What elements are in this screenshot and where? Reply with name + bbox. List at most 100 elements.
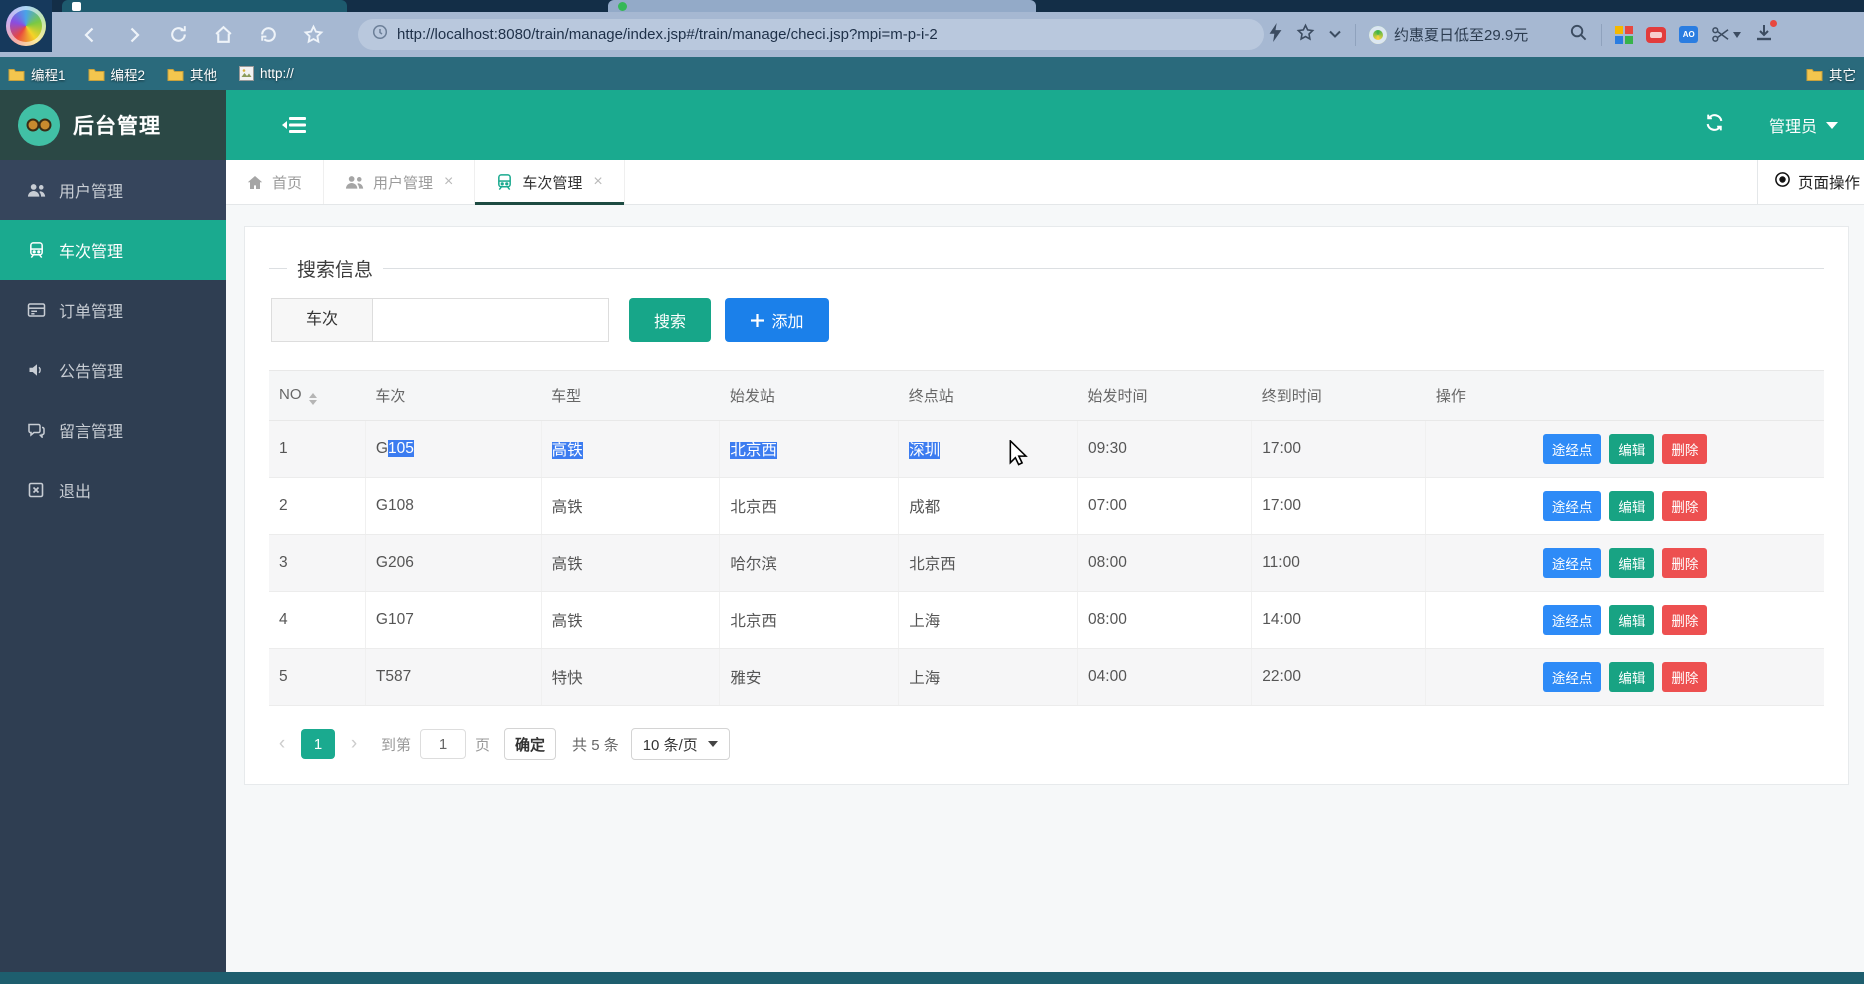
tab-home[interactable]: 首页 <box>226 160 324 204</box>
edit-button[interactable]: 编辑 <box>1609 434 1654 464</box>
search-button[interactable]: 搜索 <box>629 298 711 342</box>
sidebar-item-logout[interactable]: 退出 <box>0 460 226 520</box>
ao-extension-icon[interactable]: AO <box>1679 26 1698 43</box>
column-header-3: 始发站 <box>720 371 899 421</box>
search-legend: 搜索信息 <box>287 255 383 282</box>
promo-link[interactable]: 约惠夏日低至29.9元 <box>1369 24 1528 45</box>
tab-users[interactable]: 用户管理× <box>324 160 475 204</box>
page-operations-button[interactable]: 页面操作 <box>1757 160 1864 204</box>
current-page-button[interactable]: 1 <box>301 729 335 759</box>
cell-start-station: 北京西 <box>720 592 899 649</box>
cell-actions: 途经点编辑删除 <box>1426 535 1824 592</box>
undo-icon[interactable] <box>258 24 279 45</box>
edit-button[interactable]: 编辑 <box>1609 491 1654 521</box>
users-icon <box>345 174 364 190</box>
train-number-input[interactable] <box>373 298 609 342</box>
promo-text: 约惠夏日低至29.9元 <box>1394 24 1528 45</box>
folder-icon <box>167 67 184 81</box>
bookmark-item[interactable]: 编程1 <box>8 64 66 84</box>
screenshot-scissors-icon[interactable] <box>1711 26 1741 43</box>
bookmark-label: 编程1 <box>31 64 66 84</box>
prev-page-icon[interactable]: ‹ <box>269 733 295 755</box>
waypoint-button[interactable]: 途经点 <box>1543 434 1602 464</box>
tab-close-icon[interactable]: × <box>444 173 453 191</box>
cell-end-station: 成都 <box>899 478 1078 535</box>
sidebar-item-label: 留言管理 <box>59 418 123 442</box>
target-icon <box>1774 171 1791 193</box>
goto-confirm-button[interactable]: 确定 <box>504 728 556 760</box>
user-menu[interactable]: 管理员 <box>1769 113 1838 137</box>
forward-icon[interactable] <box>124 25 144 45</box>
column-header-label: 终到时间 <box>1262 388 1322 405</box>
download-icon[interactable] <box>1754 23 1774 47</box>
apps-grid-icon[interactable] <box>1615 26 1633 44</box>
home-icon[interactable] <box>213 24 234 45</box>
column-header-label: 始发时间 <box>1088 388 1148 405</box>
bookmark-item-overflow[interactable]: 其它 <box>1806 57 1864 90</box>
sidebar-item-orders[interactable]: 订单管理 <box>0 280 226 340</box>
chevron-down-icon[interactable] <box>1328 26 1342 44</box>
sidebar-item-label: 退出 <box>59 478 91 502</box>
delete-button[interactable]: 删除 <box>1662 434 1707 464</box>
table-row: 2G108高铁北京西成都07:0017:00途经点编辑删除 <box>269 478 1824 535</box>
bookmark-item[interactable]: 编程2 <box>88 64 146 84</box>
cell-train-type: 特快 <box>541 649 720 706</box>
sort-icon[interactable] <box>309 393 317 405</box>
delete-button[interactable]: 删除 <box>1662 548 1707 578</box>
per-page-select[interactable]: 10 条/页 <box>631 728 730 760</box>
column-header-4: 终点站 <box>899 371 1078 421</box>
add-button-label: 添加 <box>772 308 804 332</box>
folder-icon <box>88 67 105 81</box>
sidebar: 后台管理 用户管理车次管理订单管理公告管理留言管理退出 <box>0 90 226 972</box>
games-icon[interactable] <box>1646 27 1666 43</box>
delete-button[interactable]: 删除 <box>1662 662 1707 692</box>
column-header-0[interactable]: NO <box>269 371 365 421</box>
edit-button[interactable]: 编辑 <box>1609 548 1654 578</box>
sidebar-item-users[interactable]: 用户管理 <box>0 160 226 220</box>
url-bar[interactable]: http://localhost:8080/train/manage/index… <box>358 19 1264 50</box>
refresh-icon[interactable] <box>168 24 189 45</box>
browser-tab-2-active[interactable] <box>608 0 1036 12</box>
content-card: 搜索信息 车次 搜索 添加 <box>244 226 1849 785</box>
add-button[interactable]: 添加 <box>725 298 829 342</box>
refresh-page-icon[interactable] <box>1704 112 1725 138</box>
bookmark-item[interactable]: 其他 <box>167 64 217 84</box>
waypoint-button[interactable]: 途经点 <box>1543 662 1602 692</box>
waypoint-button[interactable]: 途经点 <box>1543 548 1602 578</box>
edit-button[interactable]: 编辑 <box>1609 605 1654 635</box>
cell-train-number: G105 <box>365 421 541 478</box>
tab-trains[interactable]: 车次管理× <box>475 160 624 204</box>
sidebar-item-notices[interactable]: 公告管理 <box>0 340 226 400</box>
sidebar-item-label: 订单管理 <box>59 298 123 322</box>
site-info-icon[interactable] <box>372 24 388 45</box>
divider <box>1355 24 1356 46</box>
edit-button[interactable]: 编辑 <box>1609 662 1654 692</box>
browser-logo[interactable] <box>0 0 52 52</box>
back-icon[interactable] <box>80 25 100 45</box>
waypoint-button[interactable]: 途经点 <box>1543 491 1602 521</box>
cell-start-time: 09:30 <box>1078 421 1252 478</box>
sidebar-item-messages[interactable]: 留言管理 <box>0 400 226 460</box>
exit-icon <box>26 482 46 498</box>
delete-button[interactable]: 删除 <box>1662 605 1707 635</box>
cell-start-station: 北京西 <box>720 478 899 535</box>
sidebar-item-trains[interactable]: 车次管理 <box>0 220 226 280</box>
goto-page-input[interactable] <box>420 729 466 759</box>
next-page-icon[interactable]: › <box>341 733 367 755</box>
cell-end-station: 上海 <box>899 649 1078 706</box>
browser-tab-1[interactable] <box>62 0 347 12</box>
bookmark-item[interactable]: http:// <box>239 66 294 81</box>
favorite-star-icon[interactable] <box>1296 23 1315 47</box>
plus-icon <box>751 314 764 327</box>
waypoint-button[interactable]: 途经点 <box>1543 605 1602 635</box>
column-header-1: 车次 <box>365 371 541 421</box>
column-header-5: 始发时间 <box>1078 371 1252 421</box>
bookmark-label: 其它 <box>1829 64 1856 84</box>
flash-icon[interactable] <box>1268 23 1283 47</box>
tab-close-icon[interactable]: × <box>593 173 602 191</box>
search-icon[interactable] <box>1569 23 1588 47</box>
sidebar-toggle-icon[interactable] <box>282 115 308 135</box>
delete-button[interactable]: 删除 <box>1662 491 1707 521</box>
cell-end-station: 北京西 <box>899 535 1078 592</box>
bookmark-star-icon[interactable] <box>303 24 324 45</box>
